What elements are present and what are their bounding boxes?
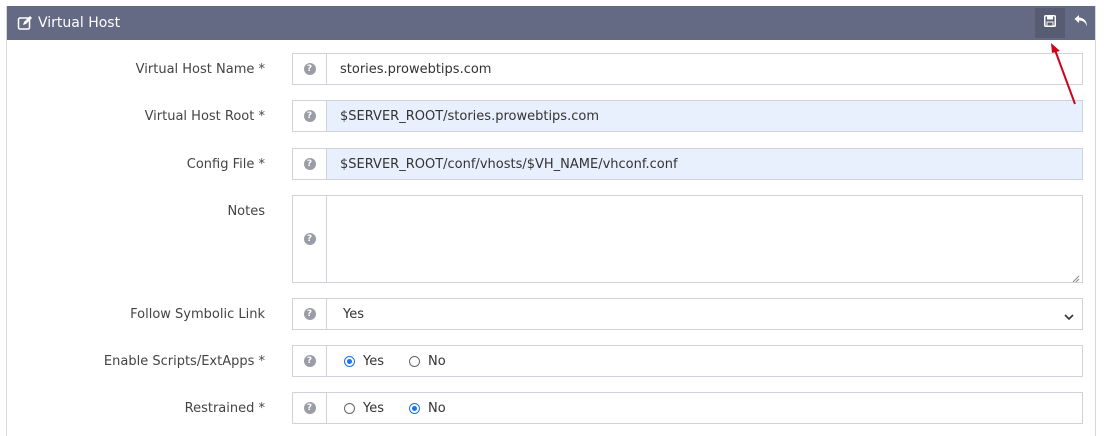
radio-unchecked-icon [344,402,355,414]
config-file-input[interactable]: $SERVER_ROOT/conf/vhosts/$VH_NAME/vhconf… [327,149,1082,179]
help-button[interactable]: ? [293,149,327,179]
help-button[interactable]: ? [293,196,327,282]
row-follow-symlink: Follow Symbolic Link ? Yes [7,298,1095,330]
question-icon: ? [303,233,316,245]
enable-scripts-label: Enable Scripts/ExtApps * [103,354,265,369]
radio-label: Yes [363,353,384,369]
radio-label: No [428,400,446,416]
question-icon: ? [303,402,316,414]
row-vh-name: Virtual Host Name * ? stories.prowebtips… [7,53,1095,85]
config-file-label: Config File * [186,157,265,172]
radio-checked-icon [344,355,355,367]
enable-scripts-radio-group: Yes No [327,346,1082,376]
restrained-radio-group: Yes No [327,393,1082,423]
help-button[interactable]: ? [293,299,327,329]
restrained-field: ? Yes No [292,392,1083,424]
follow-symlink-selected: Yes [343,306,364,322]
annotation-arrow-icon [1051,43,1076,105]
question-icon: ? [303,308,316,320]
undo-button[interactable] [1066,8,1096,38]
help-button[interactable]: ? [293,54,327,84]
enable-scripts-no-radio[interactable]: No [409,354,446,369]
undo-icon [1074,14,1089,32]
restrained-no-radio[interactable]: No [409,401,446,416]
panel-header: Virtual Host [7,6,1095,40]
row-notes: Notes ? [7,195,1095,283]
question-icon: ? [303,63,316,75]
help-button[interactable]: ? [293,346,327,376]
enable-scripts-yes-radio[interactable]: Yes [344,354,384,369]
follow-symlink-field: ? Yes [292,298,1083,330]
notes-label: Notes [227,204,265,219]
panel-title-text: Virtual Host [38,15,121,31]
row-vh-root: Virtual Host Root * ? $SERVER_ROOT/stori… [7,100,1095,132]
notes-textarea[interactable] [327,196,1082,282]
question-icon: ? [303,110,316,122]
radio-unchecked-icon [409,355,420,367]
row-config-file: Config File * ? $SERVER_ROOT/conf/vhosts… [7,148,1095,180]
resize-handle-icon[interactable] [1072,272,1080,283]
vh-name-label: Virtual Host Name * [135,62,265,77]
radio-label: No [428,353,446,369]
row-enable-scripts: Enable Scripts/ExtApps * ? Yes No [7,345,1095,377]
vh-name-field: ? stories.prowebtips.com [292,53,1083,85]
notes-field: ? [292,195,1083,283]
enable-scripts-field: ? Yes No [292,345,1083,377]
virtual-host-panel: Virtual Host Virtual Host Name * ? stori… [6,6,1096,436]
follow-symlink-select[interactable]: Yes [327,299,1082,329]
save-button[interactable] [1035,8,1065,38]
radio-label: Yes [363,400,384,416]
config-file-field: ? $SERVER_ROOT/conf/vhosts/$VH_NAME/vhco… [292,148,1083,180]
question-icon: ? [303,355,316,367]
help-button[interactable]: ? [293,101,327,131]
restrained-yes-radio[interactable]: Yes [344,401,384,416]
vh-root-label: Virtual Host Root * [144,109,265,124]
help-button[interactable]: ? [293,393,327,423]
save-icon [1044,15,1056,31]
row-restrained: Restrained * ? Yes No [7,392,1095,424]
follow-symlink-label: Follow Symbolic Link [130,307,265,322]
vh-root-input[interactable]: $SERVER_ROOT/stories.prowebtips.com [327,101,1082,131]
question-icon: ? [303,158,316,170]
panel-title: Virtual Host [17,6,120,40]
vh-root-field: ? $SERVER_ROOT/stories.prowebtips.com [292,100,1083,132]
restrained-label: Restrained * [184,401,265,416]
edit-icon [17,15,33,31]
chevron-down-icon [1064,310,1074,325]
vh-name-input[interactable]: stories.prowebtips.com [327,54,1082,84]
radio-checked-icon [409,402,420,414]
